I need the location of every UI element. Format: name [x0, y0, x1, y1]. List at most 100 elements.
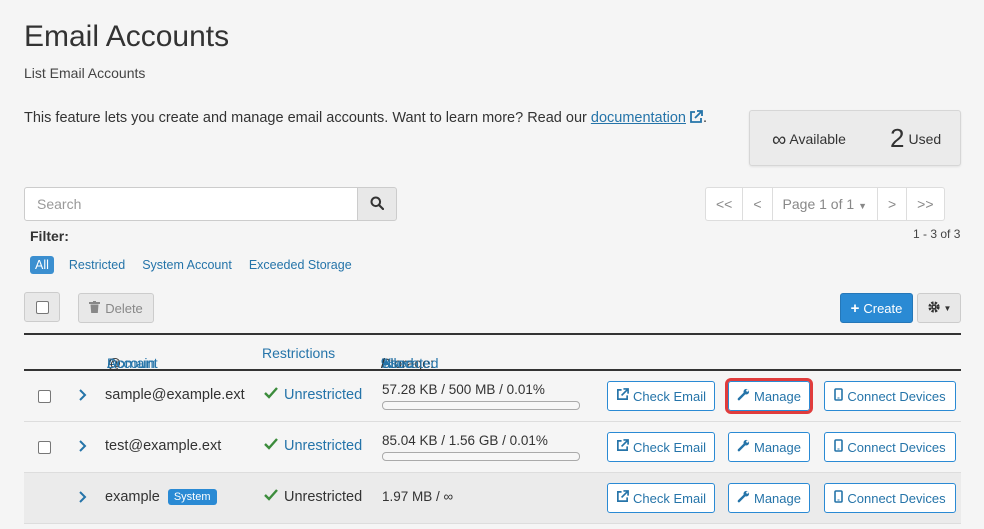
- page-description: This feature lets you create and manage …: [24, 110, 707, 126]
- check-email-label: Check Email: [633, 439, 706, 455]
- filter-restricted[interactable]: Restricted: [69, 256, 136, 274]
- manage-label: Manage: [754, 490, 801, 506]
- check-icon: [264, 489, 278, 505]
- filter-system-account[interactable]: System Account: [142, 256, 243, 274]
- plus-icon: +: [850, 299, 860, 317]
- create-button[interactable]: + Create: [840, 293, 913, 323]
- storage-text: 1.97 MB / ∞: [382, 489, 454, 504]
- delete-button[interactable]: Delete: [78, 293, 154, 323]
- restriction-label: Unrestricted: [284, 489, 363, 505]
- infinity-icon: ∞: [772, 129, 787, 151]
- mobile-icon: [834, 439, 844, 455]
- check-icon: [264, 438, 278, 454]
- wrench-icon: [737, 439, 750, 455]
- select-all-button[interactable]: [24, 292, 60, 322]
- caret-down-icon: ▼: [943, 303, 952, 313]
- used-count: 2: [890, 123, 905, 153]
- restriction-status[interactable]: Unrestricted: [264, 387, 362, 403]
- account-name: example: [105, 489, 160, 505]
- connect-devices-button[interactable]: Connect Devices: [824, 483, 956, 513]
- check-icon: [264, 387, 278, 403]
- check-email-button[interactable]: Check Email: [607, 432, 715, 462]
- storage-cell: 57.28 KB / 500 MB / 0.01%: [382, 382, 580, 410]
- documentation-link[interactable]: documentation: [591, 110, 686, 126]
- header-percent[interactable]: %: [381, 355, 393, 371]
- restriction-label[interactable]: Unrestricted: [284, 438, 362, 454]
- header-restrictions[interactable]: Restrictions: [262, 345, 335, 361]
- chevron-right-icon[interactable]: [77, 438, 89, 454]
- page-title: Email Accounts: [24, 20, 230, 53]
- first-page-button[interactable]: <<: [706, 188, 744, 220]
- filter-exceeded-storage[interactable]: Exceeded Storage: [249, 256, 363, 274]
- select-all-checkbox[interactable]: [35, 300, 49, 314]
- table-row: sample@example.ext Unrestricted 57.28 KB…: [24, 371, 961, 422]
- page-subtitle: List Email Accounts: [24, 65, 146, 81]
- storage-cell: 85.04 KB / 1.56 GB / 0.01%: [382, 433, 580, 461]
- mobile-icon: [834, 490, 844, 506]
- manage-button[interactable]: Manage: [725, 378, 813, 414]
- manage-button[interactable]: Manage: [728, 432, 810, 462]
- settings-dropdown-button[interactable]: ▼: [917, 293, 961, 323]
- available-stat: ∞ Available: [772, 129, 846, 152]
- trash-icon: [89, 300, 101, 316]
- wrench-icon: [737, 490, 750, 506]
- row-checkbox[interactable]: [38, 441, 51, 454]
- table-row: example System Unrestricted 1.97 MB / ∞ C…: [24, 473, 961, 524]
- restriction-label[interactable]: Unrestricted: [284, 387, 362, 403]
- connect-devices-button[interactable]: Connect Devices: [824, 432, 956, 462]
- filter-bar: All Restricted System Account Exceeded S…: [30, 256, 369, 274]
- storage-text: 85.04 KB / 1.56 GB / 0.01%: [382, 433, 548, 448]
- create-label: Create: [863, 300, 903, 316]
- gear-icon: [927, 300, 941, 317]
- search-icon: [370, 196, 385, 213]
- available-label: Available: [789, 131, 846, 147]
- wrench-icon: [737, 388, 750, 404]
- chevron-right-icon[interactable]: [77, 387, 89, 403]
- account-email: sample@example.ext: [105, 387, 245, 403]
- search-button[interactable]: [357, 187, 397, 221]
- connect-devices-label: Connect Devices: [847, 388, 946, 404]
- external-link-icon[interactable]: [689, 110, 703, 124]
- description-suffix: .: [703, 110, 708, 126]
- email-accounts-table: Account @ Domain Restrictions Storage: U…: [24, 333, 961, 524]
- filter-all[interactable]: All: [30, 256, 54, 274]
- prev-page-button[interactable]: <: [743, 188, 773, 220]
- check-email-button[interactable]: Check Email: [607, 381, 715, 411]
- storage-progress-bar: [382, 401, 580, 410]
- used-label: Used: [908, 131, 942, 147]
- connect-devices-label: Connect Devices: [847, 439, 946, 455]
- next-page-button[interactable]: >: [878, 188, 908, 220]
- results-range: 1 - 3 of 3: [913, 227, 961, 241]
- pagination: << < Page 1 of 1 ▼ > >>: [705, 187, 945, 221]
- connect-devices-button[interactable]: Connect Devices: [824, 381, 956, 411]
- external-link-icon: [616, 439, 629, 455]
- account-email: example System: [105, 489, 217, 505]
- external-link-icon: [616, 490, 629, 506]
- table-header: Account @ Domain Restrictions Storage: U…: [24, 333, 961, 371]
- header-domain[interactable]: Domain: [107, 355, 155, 371]
- account-email: test@example.ext: [105, 438, 222, 454]
- manage-label: Manage: [754, 388, 801, 404]
- chevron-right-icon[interactable]: [77, 489, 89, 505]
- check-email-label: Check Email: [633, 388, 706, 404]
- table-row: test@example.ext Unrestricted 85.04 KB /…: [24, 422, 961, 473]
- connect-devices-label: Connect Devices: [847, 490, 946, 506]
- storage-text: 57.28 KB / 500 MB / 0.01%: [382, 382, 545, 397]
- check-email-label: Check Email: [633, 490, 706, 506]
- delete-label: Delete: [105, 300, 143, 316]
- row-checkbox[interactable]: [38, 390, 51, 403]
- used-stat: 2 Used: [890, 123, 941, 154]
- restriction-status: Unrestricted: [264, 489, 362, 505]
- restriction-status[interactable]: Unrestricted: [264, 438, 362, 454]
- manage-button[interactable]: Manage: [728, 483, 810, 513]
- storage-progress-bar: [382, 452, 580, 461]
- storage-cell: 1.97 MB / ∞: [382, 489, 453, 504]
- account-stats-panel: ∞ Available 2 Used: [749, 110, 961, 166]
- page-select[interactable]: Page 1 of 1 ▼: [773, 188, 878, 220]
- filter-label: Filter:: [30, 228, 69, 244]
- system-badge: System: [167, 489, 217, 505]
- last-page-button[interactable]: >>: [907, 188, 943, 220]
- description-text: This feature lets you create and manage …: [24, 110, 591, 126]
- check-email-button[interactable]: Check Email: [607, 483, 715, 513]
- search-input[interactable]: Search: [24, 187, 358, 221]
